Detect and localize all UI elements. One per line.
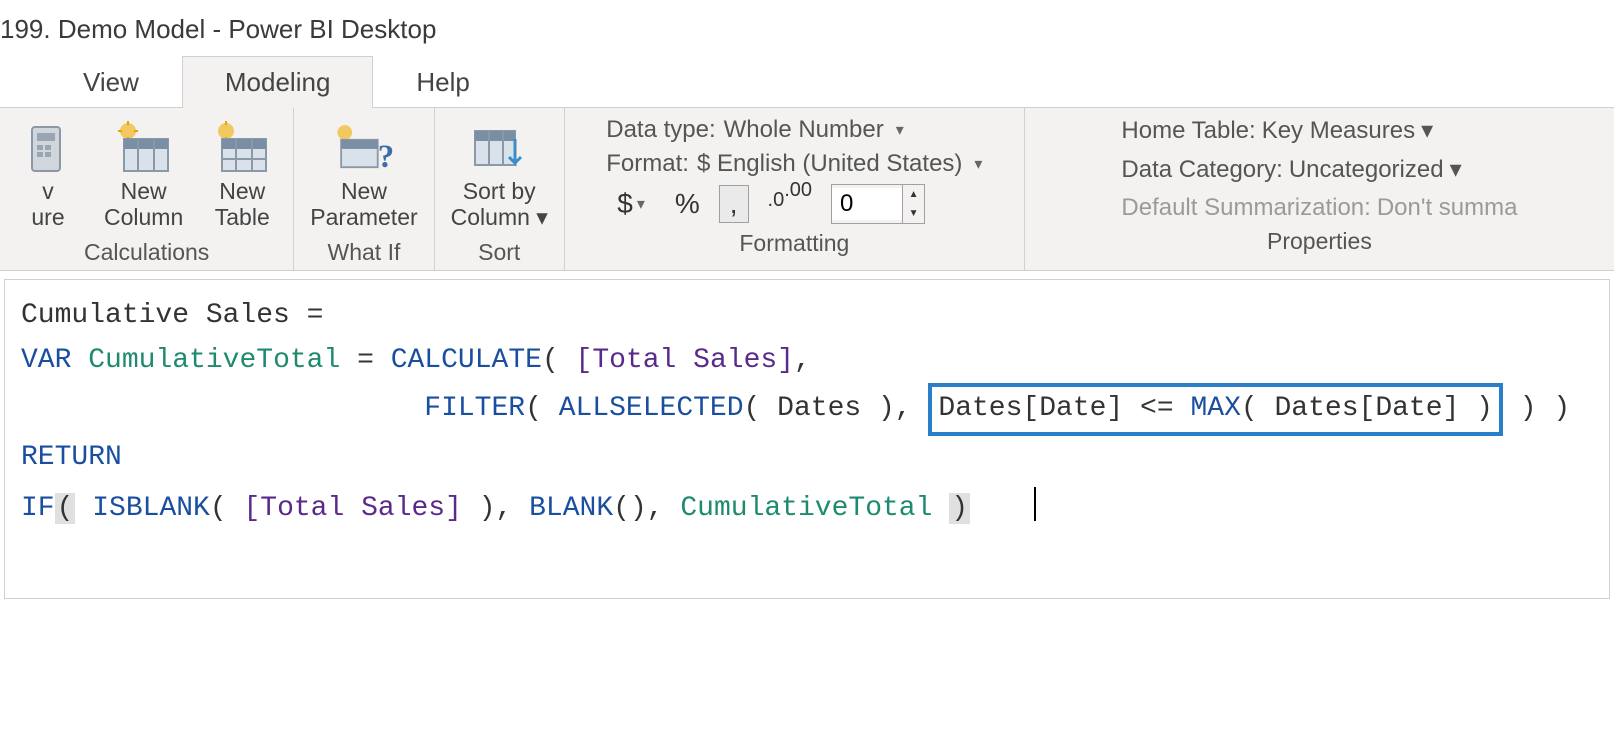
chevron-down-icon: ▾: [637, 194, 645, 214]
new-column-button[interactable]: New Column: [98, 116, 189, 233]
group-label-calculations: Calculations: [84, 239, 209, 266]
group-label-properties: Properties: [1267, 228, 1372, 255]
data-type-dropdown[interactable]: Data type: Whole Number ▾: [606, 116, 982, 144]
ribbon-group-sort: Sort by Column ▾ Sort: [435, 108, 565, 270]
ribbon-tabs: View Modeling Help: [0, 55, 1614, 108]
ribbon-group-whatif: ? New Parameter What If: [294, 108, 434, 270]
ribbon-group-properties: Home Table: Key Measures ▾ Data Category…: [1025, 108, 1614, 270]
measure-name: Cumulative Sales: [21, 300, 290, 331]
currency-button[interactable]: $ ▾: [606, 185, 656, 223]
group-label-whatif: What If: [328, 239, 401, 266]
window-title: 199. Demo Model - Power BI Desktop: [0, 0, 1614, 55]
chevron-down-icon: ▾: [974, 154, 982, 174]
tab-view[interactable]: View: [40, 56, 182, 108]
data-category-dropdown[interactable]: Data Category: Uncategorized ▾: [1121, 155, 1517, 184]
svg-text:?: ?: [378, 139, 394, 175]
chevron-down-icon: ▾: [896, 120, 904, 140]
percent-button[interactable]: %: [664, 185, 711, 223]
new-parameter-icon: ?: [332, 118, 396, 178]
decimal-places-input[interactable]: [832, 188, 902, 220]
measure-icon: [16, 118, 80, 178]
matched-paren: ): [949, 493, 970, 524]
spinner-up-icon[interactable]: ▲: [903, 185, 924, 204]
ribbon-group-calculations: v ure New Column New Table Calculations: [0, 108, 294, 270]
matched-paren: (: [55, 493, 76, 524]
format-dropdown[interactable]: Format: $ English (United States) ▾: [606, 150, 982, 178]
home-table-dropdown[interactable]: Home Table: Key Measures ▾: [1121, 116, 1517, 145]
decimal-places-spinner[interactable]: ▲ ▼: [831, 184, 925, 224]
tab-help[interactable]: Help: [373, 56, 512, 108]
group-label-formatting: Formatting: [739, 230, 849, 257]
sort-icon: [467, 118, 531, 178]
new-table-button[interactable]: New Table: [201, 116, 283, 233]
tab-modeling[interactable]: Modeling: [182, 56, 374, 108]
ribbon: v ure New Column New Table Calculations …: [0, 108, 1614, 271]
chevron-down-icon: ▾: [1450, 155, 1462, 184]
chevron-down-icon: ▾: [1421, 116, 1433, 145]
group-label-sort: Sort: [478, 239, 520, 266]
chevron-down-icon: ▾: [536, 204, 548, 230]
spinner-down-icon[interactable]: ▼: [903, 204, 924, 223]
sort-by-column-button[interactable]: Sort by Column ▾: [445, 116, 554, 233]
default-summarization-dropdown: Default Summarization: Don't summa: [1121, 194, 1517, 222]
highlighted-expression: Dates[Date] <= MAX( Dates[Date] ): [928, 383, 1503, 436]
new-table-icon: [210, 118, 274, 178]
new-parameter-button[interactable]: ? New Parameter: [304, 116, 423, 233]
ribbon-group-formatting: Data type: Whole Number ▾ Format: $ Engl…: [565, 108, 1025, 270]
new-column-icon: [112, 118, 176, 178]
thousands-separator-button[interactable]: ,: [719, 185, 749, 223]
text-cursor: [1034, 487, 1036, 521]
decimal-format-button[interactable]: .0.00: [757, 190, 824, 219]
formula-bar[interactable]: Cumulative Sales = VAR CumulativeTotal =…: [4, 279, 1610, 599]
new-measure-button[interactable]: v ure: [10, 116, 86, 233]
